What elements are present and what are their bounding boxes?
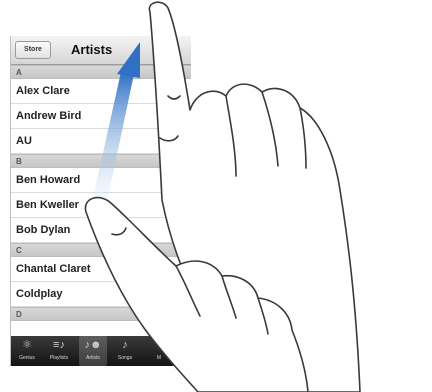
tab-playlists[interactable]: ≡♪ Playlists [45, 336, 73, 366]
index-letter[interactable]: Q [174, 219, 182, 226]
store-button[interactable]: Store [15, 41, 51, 59]
section-header-c: C [11, 243, 191, 257]
section-header-a: A [11, 65, 191, 79]
songs-icon: ♪ [122, 339, 128, 351]
tab-label: Songs [117, 355, 133, 361]
index-letter[interactable]: P [174, 212, 182, 219]
tab-label: Genius [19, 355, 35, 361]
phone-screen: Store Artists A Alex Clare Andrew Bird A… [10, 36, 191, 366]
artists-icon: ♪☻ [84, 339, 102, 351]
more-icon: · [157, 339, 161, 351]
list-item[interactable]: Ben Kweller [11, 193, 191, 218]
navigation-bar: Store Artists [11, 36, 191, 65]
genius-icon: ⚛ [22, 339, 32, 351]
tab-songs[interactable]: ♪ Songs [111, 336, 139, 366]
section-index-bar[interactable]: P Q R S T [174, 212, 182, 247]
tab-more[interactable]: · M [145, 336, 173, 366]
list-item[interactable]: Ben Howard [11, 168, 191, 193]
tab-label: Playlists [49, 355, 69, 361]
tab-label: M [156, 355, 162, 361]
tab-genius[interactable]: ⚛ Genius [13, 336, 41, 366]
tab-bar: ⚛ Genius ≡♪ Playlists ♪☻ Artists ♪ Songs… [11, 336, 191, 366]
index-letter[interactable]: T [174, 240, 182, 247]
list-item[interactable]: Alex Clare [11, 79, 191, 104]
artist-list[interactable]: A Alex Clare Andrew Bird AU B Ben Howard… [11, 65, 191, 321]
list-item[interactable]: Chantal Claret [11, 257, 191, 282]
list-item[interactable]: Coldplay [11, 282, 191, 307]
section-header-d: D [11, 307, 191, 321]
list-item[interactable]: AU [11, 129, 191, 154]
index-letter[interactable]: R [174, 226, 182, 233]
tab-label: Artists [86, 355, 100, 361]
list-item[interactable]: Andrew Bird [11, 104, 191, 129]
index-letter[interactable]: S [174, 233, 182, 240]
section-header-b: B [11, 154, 191, 168]
tab-artists[interactable]: ♪☻ Artists [79, 336, 107, 366]
playlists-icon: ≡♪ [53, 339, 65, 351]
page-title: Artists [71, 42, 113, 57]
list-item[interactable]: Bob Dylan [11, 218, 191, 243]
